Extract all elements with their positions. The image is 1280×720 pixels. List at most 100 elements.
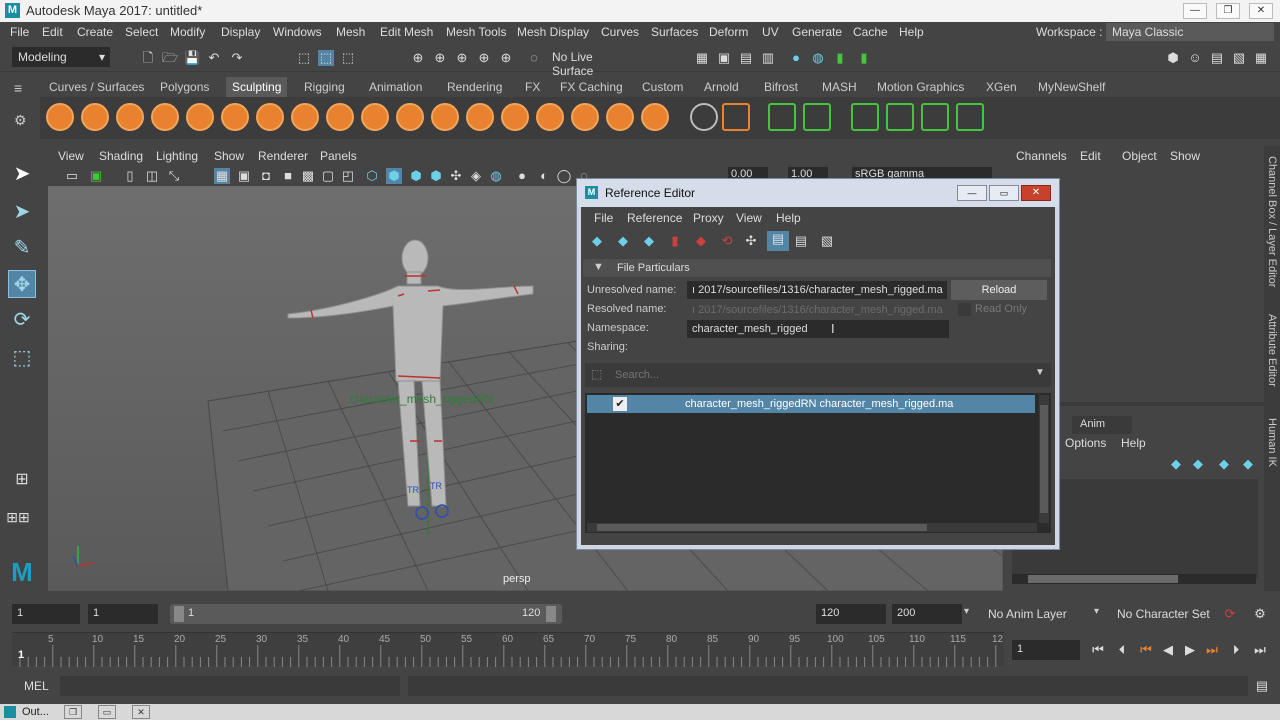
close-button[interactable]: ✕ — [1249, 3, 1273, 19]
menu-generate[interactable]: Generate — [792, 25, 842, 39]
layout-four-icon[interactable]: ⊞⊞ — [4, 503, 32, 531]
select-tool-icon[interactable]: ➤ — [8, 160, 36, 188]
foamy-tool-icon[interactable] — [256, 103, 284, 131]
search-dropdown-icon[interactable]: ▼ — [1035, 367, 1045, 378]
snap-curve-icon[interactable]: ⊕ — [432, 50, 448, 66]
playback-end-field[interactable]: 120 — [816, 604, 886, 624]
menu-edit[interactable]: Edit — [42, 25, 63, 39]
undo-icon[interactable]: ↶ — [206, 50, 222, 66]
tab-anim[interactable]: Anim — [1072, 416, 1132, 434]
menu-windows[interactable]: Windows — [273, 25, 322, 39]
new-layer-icon[interactable]: ◆ — [1216, 456, 1232, 472]
time-ruler[interactable]: 1 5 10 15 20 30 25 35 40 45 50 55 60 65 … — [12, 632, 1004, 667]
shadows-icon[interactable]: ◈ — [468, 168, 484, 184]
select-object-icon[interactable]: ⬚ — [318, 50, 334, 66]
smear-tool-icon[interactable] — [536, 103, 564, 131]
maximize-button[interactable]: ❐ — [1216, 3, 1240, 19]
menu-help[interactable]: Help — [899, 25, 924, 39]
menu-modify[interactable]: Modify — [170, 25, 205, 39]
safe-action-icon[interactable]: ▢ — [320, 168, 336, 184]
tab-curves-surfaces[interactable]: Curves / Surfaces — [49, 80, 144, 94]
snap-surface-icon[interactable]: ⊕ — [498, 50, 514, 66]
modeling-toolkit-icon[interactable]: ⬢ — [1165, 50, 1181, 66]
layer-move-down-icon[interactable]: ◆ — [1190, 456, 1206, 472]
textured-icon[interactable]: ⬢ — [428, 168, 444, 184]
wireframe-icon[interactable]: ⬡ — [364, 168, 380, 184]
film-gate-icon[interactable]: ▣ — [236, 168, 252, 184]
sculpt-tool-icon[interactable] — [46, 103, 74, 131]
ref-close-button[interactable]: ✕ — [1021, 185, 1051, 201]
2d-pan-icon[interactable]: ⤡ — [166, 168, 182, 184]
detail-view-icon[interactable]: ▤ — [793, 233, 809, 249]
select-hierarchy-icon[interactable]: ⬚ — [296, 50, 312, 66]
select-component-icon[interactable]: ⬚ — [340, 50, 356, 66]
read-only-checkbox[interactable] — [958, 303, 971, 316]
anim-start-field[interactable]: 1 — [12, 604, 80, 624]
vp-menu-show[interactable]: Show — [214, 149, 244, 163]
tab-rigging[interactable]: Rigging — [304, 80, 345, 94]
restore-button[interactable]: ❐ — [64, 705, 82, 719]
ref-menu-view[interactable]: View — [736, 211, 762, 225]
snap-view-icon[interactable]: ⊕ — [476, 50, 492, 66]
play-backward-icon[interactable]: ◀ — [1160, 642, 1176, 658]
mg-merge-icon[interactable] — [956, 103, 984, 131]
list-view-icon[interactable]: ▤ — [767, 231, 789, 251]
move-tool-icon[interactable]: ✥ — [8, 270, 36, 298]
namespace-field[interactable]: character_mesh_rigged — [687, 320, 949, 338]
depth-of-field-icon[interactable]: ◯ — [556, 168, 572, 184]
image-plane-icon[interactable]: ◫ — [144, 168, 160, 184]
search-input[interactable] — [615, 367, 1005, 383]
anti-aliasing-icon[interactable]: ◐ — [536, 168, 552, 184]
step-back-frame-icon[interactable]: ⏴ — [1114, 642, 1130, 658]
grid-icon[interactable]: ▦ — [214, 168, 230, 184]
ref-menu-proxy[interactable]: Proxy — [693, 211, 724, 225]
vp-menu-lighting[interactable]: Lighting — [156, 149, 198, 163]
smooth-shade-icon[interactable]: ⬢ — [386, 168, 402, 184]
freeze-tool-icon[interactable] — [641, 103, 669, 131]
menu-uv[interactable]: UV — [762, 25, 779, 39]
menu-select[interactable]: Select — [125, 25, 158, 39]
step-forward-frame-icon[interactable]: ⏵ — [1228, 642, 1244, 658]
gate-mask-icon[interactable]: ■ — [280, 168, 296, 184]
mask-tool-icon[interactable] — [690, 103, 718, 131]
live-surface-icon[interactable]: ◌ — [526, 50, 542, 66]
hypershade-icon[interactable]: ● — [788, 50, 804, 66]
open-scene-icon[interactable]: 🗁 — [162, 50, 178, 66]
go-to-start-icon[interactable]: ⏮ — [1090, 642, 1106, 658]
range-start-handle[interactable] — [174, 606, 184, 622]
wireframe-on-shaded-icon[interactable]: ⬢ — [408, 168, 424, 184]
go-to-end-icon[interactable]: ⏭ — [1252, 642, 1268, 658]
tab-fx[interactable]: FX — [525, 80, 540, 94]
anim-layer-chevron-icon[interactable]: ▾ — [964, 606, 969, 617]
cb-menu-channels[interactable]: Channels — [1016, 149, 1067, 163]
imprint-tool-icon[interactable] — [361, 103, 389, 131]
new-scene-icon[interactable]: 🗋 — [140, 50, 156, 66]
scrape-tool-icon[interactable] — [431, 103, 459, 131]
unload-reference-icon[interactable]: ◆ — [693, 233, 709, 249]
tab-mynewshelf[interactable]: MyNewShelf — [1038, 80, 1105, 94]
playback-start-field[interactable]: 1 — [88, 604, 158, 624]
time-slider[interactable]: 1 5 10 15 20 30 25 35 40 45 50 55 60 65 … — [0, 632, 1280, 668]
field-chart-icon[interactable]: ▩ — [300, 168, 316, 184]
range-end-handle[interactable] — [546, 606, 556, 622]
menu-curves[interactable]: Curves — [601, 25, 639, 39]
attribute-editor-icon[interactable]: ▤ — [1209, 50, 1225, 66]
current-frame-field[interactable]: 1 — [1012, 640, 1080, 660]
vp-menu-panels[interactable]: Panels — [320, 149, 357, 163]
cb-menu-object[interactable]: Object — [1122, 149, 1157, 163]
select-file-contents-icon[interactable]: ✣ — [743, 233, 759, 249]
mash-waiter-icon[interactable] — [803, 103, 831, 131]
smooth-tool-icon[interactable] — [81, 103, 109, 131]
shelf-menu-icon[interactable]: ≡ — [14, 80, 32, 96]
safe-title-icon[interactable]: ◰ — [340, 168, 356, 184]
scale-tool-icon[interactable]: ⬚ — [8, 344, 36, 372]
bookmark-icon[interactable]: ▯ — [122, 168, 138, 184]
command-input[interactable] — [60, 676, 400, 696]
single-perspective-icon[interactable]: ⊞ — [8, 466, 36, 494]
maximize-small-button[interactable]: ▭ — [98, 705, 116, 719]
spray-tool-icon[interactable] — [291, 103, 319, 131]
convert-tool-icon[interactable] — [722, 103, 750, 131]
tab-sculpting[interactable]: Sculpting — [226, 77, 288, 97]
vp-menu-view[interactable]: View — [58, 149, 84, 163]
tab-human-ik[interactable]: Human IK — [1266, 418, 1278, 467]
